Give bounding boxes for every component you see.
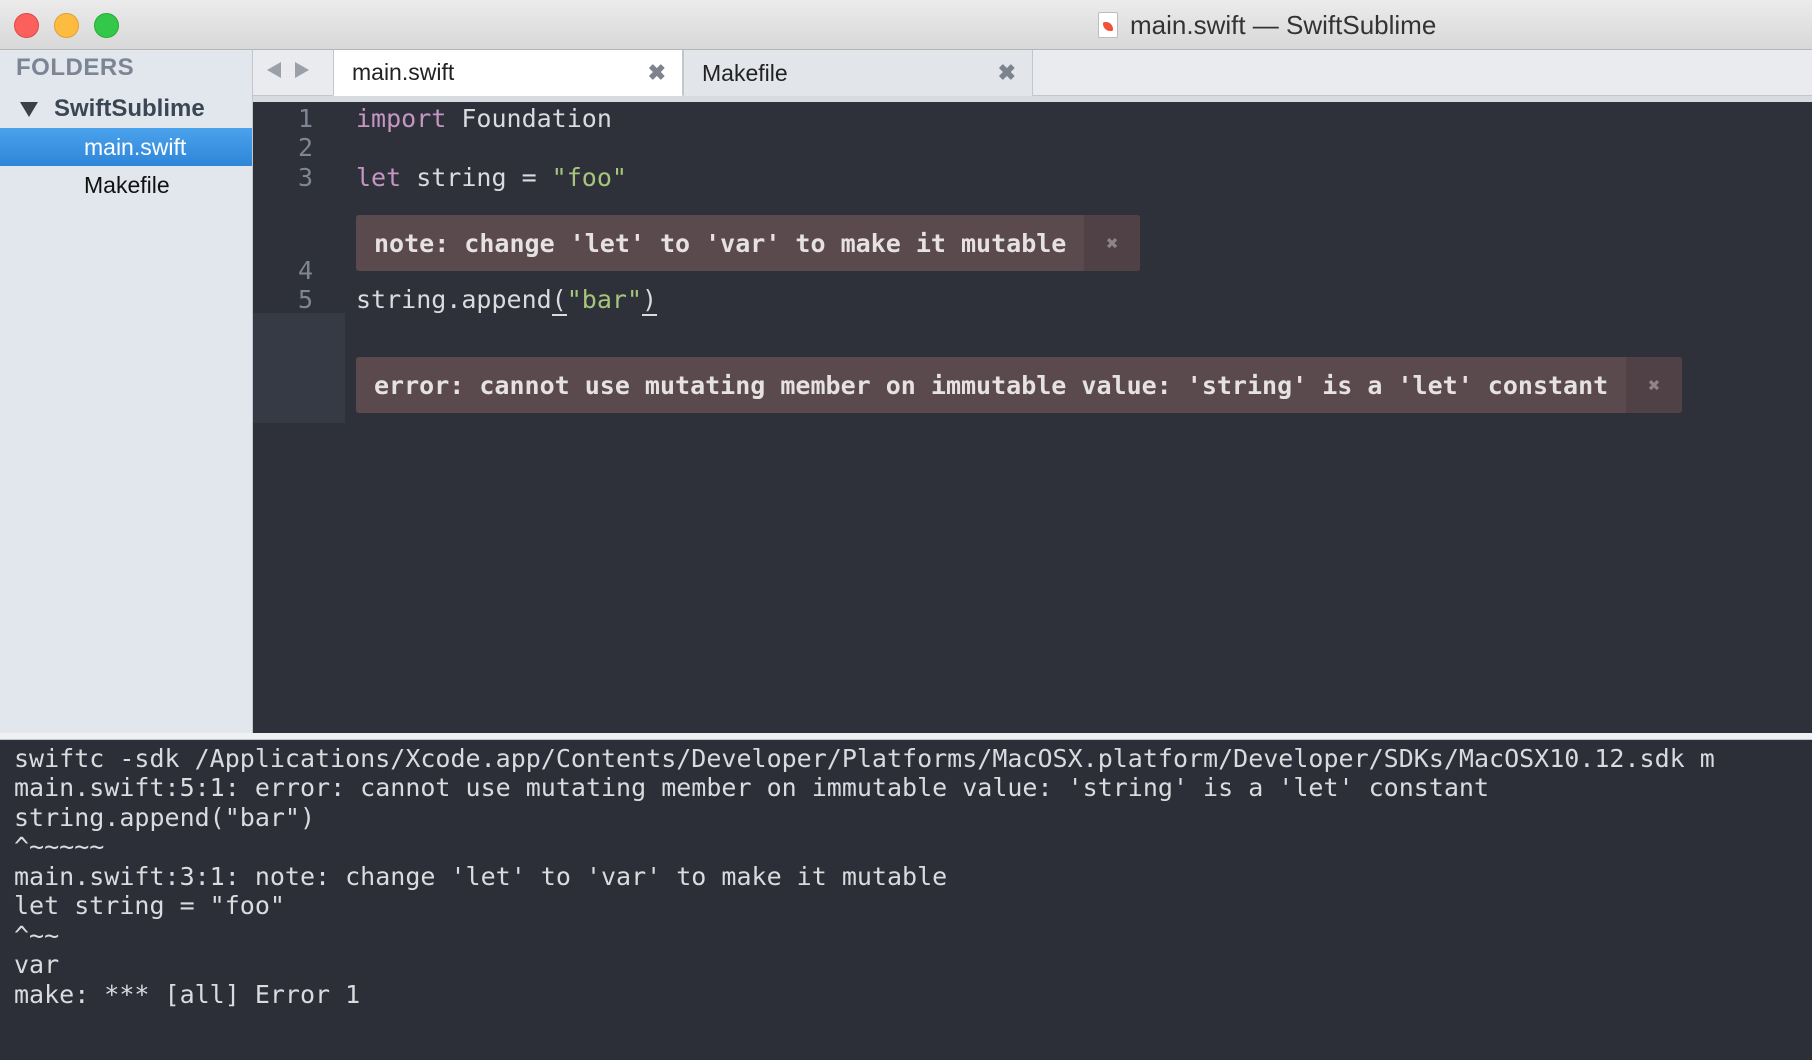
- line-number: 5: [297, 285, 313, 314]
- output-line: var: [14, 950, 60, 979]
- sidebar-item-makefile[interactable]: Makefile: [0, 166, 252, 204]
- matched-paren-close: ): [642, 285, 658, 316]
- folder-name: SwiftSublime: [54, 95, 205, 122]
- app-window: main.swift — SwiftSublime FOLDERS SwiftS…: [0, 0, 1812, 1060]
- sidebar-header: FOLDERS: [16, 54, 135, 81]
- sidebar-folder-swiftsublime[interactable]: SwiftSublime: [0, 90, 252, 128]
- close-tab-icon[interactable]: ✖: [648, 60, 666, 86]
- tab-makefile[interactable]: Makefile ✖: [683, 50, 1033, 96]
- code-line[interactable]: 3 let string = "foo": [253, 161, 1812, 195]
- identifier-token: string.append: [356, 285, 552, 314]
- next-tab-icon[interactable]: [295, 62, 309, 78]
- tab-label: main.swift: [352, 59, 455, 85]
- output-line: let string = "foo": [14, 891, 285, 920]
- tab-bar: main.swift ✖ Makefile ✖: [253, 50, 1812, 96]
- line-number: 3: [297, 163, 313, 192]
- line-number: 2: [297, 133, 313, 162]
- output-line: ^~~~~~: [14, 832, 105, 861]
- window-title: main.swift — SwiftSublime: [1130, 9, 1437, 40]
- string-token: "foo": [551, 163, 627, 192]
- close-tab-icon[interactable]: ✖: [998, 60, 1016, 86]
- keyword-token: let: [356, 163, 402, 192]
- title-bar: main.swift — SwiftSublime: [0, 0, 1812, 50]
- minimize-window-button[interactable]: [54, 13, 79, 38]
- sidebar-item-label: main.swift: [84, 133, 187, 160]
- code-text[interactable]: string.append("bar"): [356, 283, 658, 317]
- keyword-token: import: [356, 104, 447, 133]
- tab-main-swift[interactable]: main.swift ✖: [333, 50, 683, 96]
- code-line[interactable]: 5 string.append("bar"): [253, 283, 1812, 317]
- code-editor[interactable]: 1 import Foundation 2 3 let string = "fo…: [253, 102, 1812, 733]
- sidebar-item-main-swift[interactable]: main.swift: [0, 128, 252, 166]
- disclosure-triangle-icon[interactable]: [20, 101, 38, 117]
- error-annotation-text: error: cannot use mutating member on imm…: [374, 370, 1609, 400]
- build-output-panel[interactable]: swiftc -sdk /Applications/Xcode.app/Cont…: [0, 740, 1812, 1060]
- window-title-group: main.swift — SwiftSublime: [1098, 9, 1436, 41]
- zoom-window-button[interactable]: [94, 13, 119, 38]
- output-line: make: *** [all] Error 1: [14, 980, 361, 1009]
- sidebar: FOLDERS SwiftSublime main.swift Makefile: [0, 50, 253, 733]
- dismiss-error-icon[interactable]: ✖: [1626, 357, 1683, 413]
- error-annotation: error: cannot use mutating member on imm…: [356, 357, 1683, 413]
- code-line[interactable]: 2: [253, 131, 1812, 165]
- previous-tab-icon[interactable]: [267, 62, 281, 78]
- sidebar-item-label: Makefile: [84, 171, 170, 198]
- identifier-token: string =: [401, 163, 552, 192]
- code-text[interactable]: let string = "foo": [356, 161, 627, 195]
- string-token: "bar": [566, 285, 642, 314]
- matched-paren-open: (: [551, 285, 567, 316]
- swift-file-icon: [1098, 12, 1118, 38]
- tab-navigation: [267, 62, 309, 78]
- output-line: main.swift:5:1: error: cannot use mutati…: [14, 773, 1490, 802]
- tab-label: Makefile: [702, 59, 788, 86]
- close-window-button[interactable]: [14, 13, 39, 38]
- identifier-token: Foundation: [446, 104, 612, 133]
- output-panel-divider[interactable]: [0, 733, 1812, 740]
- current-line-gutter-highlight: [253, 313, 345, 423]
